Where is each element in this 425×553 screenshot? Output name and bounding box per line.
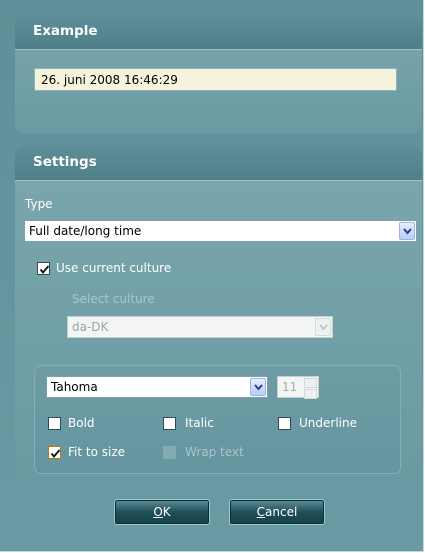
type-select[interactable]: Full date/long time	[24, 220, 417, 242]
ok-mnemonic: O	[153, 505, 163, 519]
culture-select-value: da-DK	[72, 320, 109, 334]
font-size-spinner: 11	[277, 376, 319, 399]
font-family-value: Tahoma	[51, 380, 98, 394]
select-culture-label: Select culture	[72, 292, 155, 306]
wrap-text-label: Wrap text	[185, 445, 244, 459]
italic-label: Italic	[185, 416, 214, 430]
chevron-down-icon	[315, 318, 331, 336]
type-label: Type	[25, 197, 53, 211]
cancel-mnemonic: C	[256, 505, 266, 519]
use-current-culture-label: Use current culture	[56, 261, 172, 275]
chevron-down-icon[interactable]	[399, 222, 415, 240]
font-settings-box: Tahoma 11 Bold Italic Underline Fit to s…	[34, 365, 401, 474]
underline-checkbox[interactable]	[278, 417, 291, 430]
fit-to-size-label: Fit to size	[68, 445, 126, 459]
font-family-select[interactable]: Tahoma	[46, 376, 268, 398]
cancel-label: ancel	[265, 505, 298, 519]
ok-label: K	[162, 505, 171, 519]
culture-select: da-DK	[67, 316, 333, 338]
example-panel-title: Example	[15, 14, 422, 50]
type-select-value: Full date/long time	[29, 224, 142, 238]
example-panel: Example 26. juni 2008 16:46:29	[15, 14, 422, 133]
chevron-down-icon[interactable]	[250, 378, 266, 396]
use-current-culture-checkbox[interactable]	[37, 262, 50, 275]
spinner-arrows-icon	[304, 378, 317, 399]
fit-to-size-checkbox[interactable]	[48, 446, 61, 459]
wrap-text-checkbox	[163, 446, 176, 459]
settings-panel-title: Settings	[15, 145, 422, 181]
cancel-button[interactable]: Cancel	[229, 499, 325, 525]
ok-button[interactable]: OK	[114, 499, 210, 525]
bold-checkbox[interactable]	[48, 417, 61, 430]
example-preview-field: 26. juni 2008 16:46:29	[34, 68, 397, 91]
date-settings-dialog: Example 26. juni 2008 16:46:29 Settings …	[0, 0, 424, 552]
bold-label: Bold	[68, 416, 95, 430]
italic-checkbox[interactable]	[163, 417, 176, 430]
font-size-value: 11	[282, 380, 298, 394]
underline-label: Underline	[299, 416, 357, 430]
